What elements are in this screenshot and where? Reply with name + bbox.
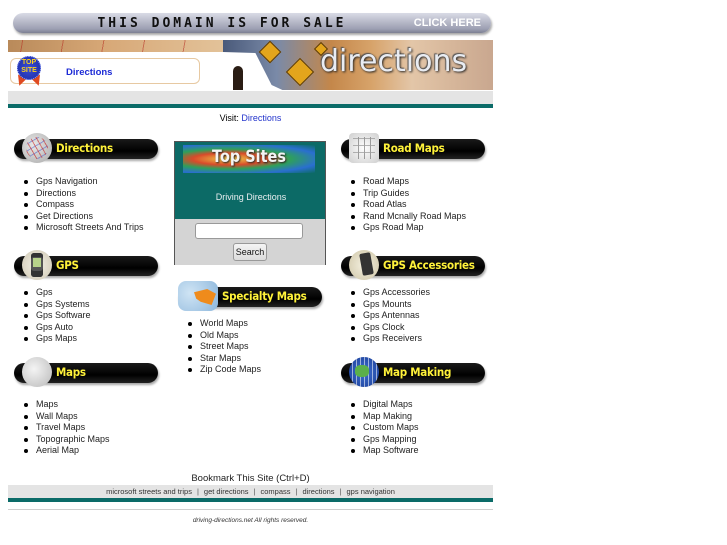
header-directions-link[interactable]: Directions [66, 67, 112, 78]
list-item[interactable]: Gps Receivers [347, 333, 430, 345]
category-title: Map Making [383, 365, 452, 379]
click-here-button[interactable]: CLICK HERE [414, 17, 481, 29]
gps-mount-icon [349, 250, 379, 280]
category-header-road-maps[interactable]: Road Maps [339, 133, 485, 163]
category-header-gps[interactable]: GPS [12, 250, 158, 280]
category-title: Road Maps [383, 141, 445, 155]
gps-device-icon [22, 250, 52, 280]
top-sites-banner: Top Sites [183, 145, 315, 173]
person-silhouette [233, 66, 243, 90]
footer-link[interactable]: gps navigation [347, 487, 395, 496]
maps-links: Maps Wall Maps Travel Maps Topographic M… [20, 399, 110, 457]
driving-directions-link[interactable]: Driving Directions [175, 192, 327, 202]
list-item[interactable]: World Maps [184, 318, 261, 330]
directions-links: Gps Navigation Directions Compass Get Di… [20, 176, 144, 234]
list-item[interactable]: Gps Auto [20, 322, 91, 334]
footer-separator: | [295, 487, 298, 496]
list-item[interactable]: Old Maps [184, 330, 261, 342]
list-item[interactable]: Rand Mcnally Road Maps [347, 211, 466, 223]
list-item[interactable]: Directions [20, 188, 144, 200]
footer-separator: | [253, 487, 256, 496]
earth-globe-icon [349, 357, 379, 387]
list-item[interactable]: Aerial Map [20, 445, 110, 457]
list-item[interactable]: Travel Maps [20, 422, 110, 434]
list-item[interactable]: Zip Code Maps [184, 364, 261, 376]
list-item[interactable]: Gps [20, 287, 91, 299]
header-divider [8, 104, 493, 108]
bookmark-site-text[interactable]: Bookmark This Site (Ctrl+D) [8, 473, 493, 484]
world-map-globe-icon [22, 357, 52, 387]
list-item[interactable]: Get Directions [20, 211, 144, 223]
list-item[interactable]: Gps Mapping [347, 434, 419, 446]
search-form: Search [175, 219, 325, 265]
visit-directions-link[interactable]: Directions [241, 113, 281, 123]
list-item[interactable]: Gps Road Map [347, 222, 466, 234]
list-item[interactable]: Digital Maps [347, 399, 419, 411]
list-item[interactable]: Road Maps [347, 176, 466, 188]
list-item[interactable]: Custom Maps [347, 422, 419, 434]
footer-link[interactable]: directions [302, 487, 334, 496]
list-item[interactable]: Wall Maps [20, 411, 110, 423]
top-sites-title: Top Sites [212, 147, 286, 167]
list-item[interactable]: Gps Antennas [347, 310, 430, 322]
search-input[interactable] [195, 223, 303, 239]
list-item[interactable]: Gps Software [20, 310, 91, 322]
road-maps-links: Road Maps Trip Guides Road Atlas Rand Mc… [347, 176, 466, 234]
category-title: GPS Accessories [383, 258, 475, 272]
header-gray-bar [8, 91, 493, 104]
top-site-badge-icon: TOP SITE [14, 56, 44, 88]
footer-divider [8, 498, 493, 502]
list-item[interactable]: Topographic Maps [20, 434, 110, 446]
footer-separator: | [339, 487, 342, 496]
map-making-links: Digital Maps Map Making Custom Maps Gps … [347, 399, 419, 457]
visit-label: Visit: [219, 113, 239, 123]
list-item[interactable]: Compass [20, 199, 144, 211]
gps-links: Gps Gps Systems Gps Software Gps Auto Gp… [20, 287, 91, 345]
us-map-icon [178, 281, 218, 311]
list-item[interactable]: Gps Systems [20, 299, 91, 311]
domain-for-sale-banner[interactable]: THIS DOMAIN IS FOR SALE CLICK HERE [13, 13, 491, 33]
list-item[interactable]: Street Maps [184, 341, 261, 353]
list-item[interactable]: Gps Accessories [347, 287, 430, 299]
visit-line: Visit: Directions [8, 113, 493, 123]
category-header-maps[interactable]: Maps [12, 357, 158, 387]
top-sites-box: Top Sites Driving Directions Search [174, 141, 326, 265]
list-item[interactable]: Road Atlas [347, 199, 466, 211]
list-item[interactable]: Map Making [347, 411, 419, 423]
directions-logo-text: directions [320, 44, 468, 79]
list-item[interactable]: Gps Mounts [347, 299, 430, 311]
list-item[interactable]: Maps [20, 399, 110, 411]
category-header-map-making[interactable]: Map Making [339, 357, 485, 387]
specialty-maps-links: World Maps Old Maps Street Maps Star Map… [184, 318, 261, 376]
list-item[interactable]: Gps Clock [347, 322, 430, 334]
footer-link[interactable]: compass [260, 487, 290, 496]
footer-links-bar: microsoft streets and trips | get directio… [8, 485, 493, 498]
road-map-globe-icon [22, 133, 52, 163]
category-header-specialty-maps[interactable]: Specialty Maps [176, 281, 322, 311]
list-item[interactable]: Trip Guides [347, 188, 466, 200]
category-header-gps-accessories[interactable]: GPS Accessories [339, 250, 485, 280]
list-item[interactable]: Gps Maps [20, 333, 91, 345]
category-title: Directions [56, 141, 113, 155]
search-button[interactable]: Search [233, 243, 267, 261]
footer-link[interactable]: microsoft streets and trips [106, 487, 192, 496]
site-header: directions TOP SITE Directions [8, 40, 493, 90]
road-atlas-icon [349, 133, 379, 163]
copyright-text: driving-directions.net All rights reserv… [192, 517, 309, 524]
category-title: Maps [56, 365, 86, 379]
footer-separator: | [196, 487, 199, 496]
footer-link[interactable]: get directions [204, 487, 249, 496]
category-title: GPS [56, 258, 79, 272]
footer-rule [8, 509, 493, 510]
list-item[interactable]: Gps Navigation [20, 176, 144, 188]
list-item[interactable]: Star Maps [184, 353, 261, 365]
list-item[interactable]: Microsoft Streets And Trips [20, 222, 144, 234]
gps-accessories-links: Gps Accessories Gps Mounts Gps Antennas … [347, 287, 430, 345]
category-title: Specialty Maps [222, 289, 307, 303]
category-header-directions[interactable]: Directions [12, 133, 158, 163]
list-item[interactable]: Map Software [347, 445, 419, 457]
